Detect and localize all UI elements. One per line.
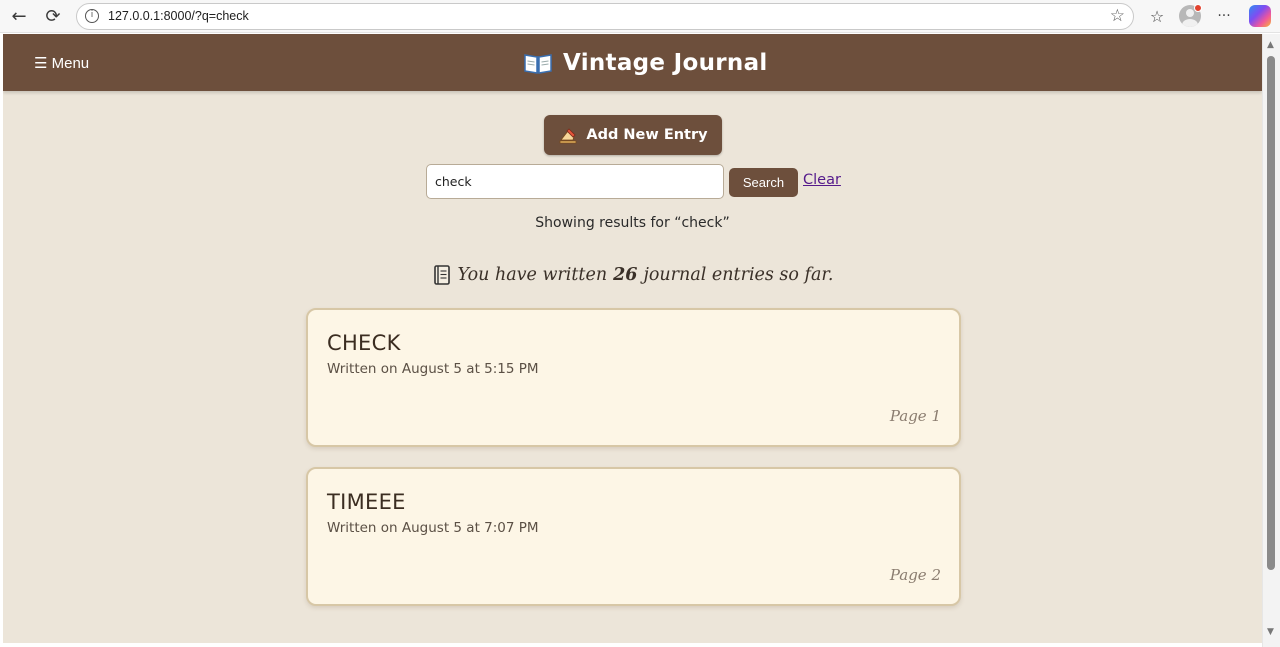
page-viewport: ☰ Menu Vintage Journal Add New Entry che… <box>3 34 1262 643</box>
address-bar[interactable]: i 127.0.0.1:8000/?q=check ☆ <box>76 3 1134 30</box>
scroll-down-icon[interactable]: ▼ <box>1267 627 1274 637</box>
copilot-icon[interactable] <box>1249 5 1271 27</box>
open-book-icon <box>523 51 553 75</box>
app-header: ☰ Menu Vintage Journal <box>3 34 1262 91</box>
entry-count-suffix: journal entries so far. <box>643 265 834 285</box>
add-new-entry-button[interactable]: Add New Entry <box>544 115 722 155</box>
notification-dot <box>1194 4 1202 12</box>
memo-icon <box>558 127 578 144</box>
favorites-icon[interactable]: ☆ <box>1145 4 1169 28</box>
more-options-icon[interactable]: ··· <box>1212 4 1236 28</box>
search-input[interactable] <box>426 164 724 199</box>
app-title-text: Vintage Journal <box>563 50 768 76</box>
site-info-icon[interactable]: i <box>85 9 99 23</box>
clear-link[interactable]: Clear <box>803 172 841 188</box>
entry-card[interactable]: TIMEEE Written on August 5 at 7:07 PM Pa… <box>306 467 961 606</box>
vertical-scrollbar[interactable]: ▲ ▼ <box>1262 34 1280 647</box>
entry-count-prefix: You have written <box>457 265 608 285</box>
menu-label: ☰ Menu <box>34 55 90 72</box>
scroll-thumb[interactable] <box>1267 56 1275 570</box>
search-results-text: Showing results for “check” <box>535 215 730 231</box>
entry-title: CHECK <box>327 331 401 355</box>
browser-toolbar: ← ⟳ i 127.0.0.1:8000/?q=check ☆ ☆ ··· <box>0 0 1280 33</box>
reload-icon[interactable]: ⟳ <box>41 5 65 27</box>
arrow-left-icon[interactable]: ← <box>7 5 31 27</box>
entry-page-number: Page 2 <box>889 566 941 584</box>
entry-card[interactable]: CHECK Written on August 5 at 5:15 PM Pag… <box>306 308 961 447</box>
add-new-entry-label: Add New Entry <box>586 127 708 143</box>
entry-count-line: You have written 26 journal entries so f… <box>3 264 1262 286</box>
menu-button[interactable]: ☰ Menu <box>34 54 89 72</box>
entry-page-number: Page 1 <box>889 407 941 425</box>
search-button[interactable]: Search <box>729 168 798 197</box>
entry-title: TIMEEE <box>327 490 406 514</box>
app-title: Vintage Journal <box>523 48 768 78</box>
scroll-up-icon[interactable]: ▲ <box>1267 40 1274 50</box>
entry-date: Written on August 5 at 7:07 PM <box>327 520 539 536</box>
notebook-icon <box>432 264 452 286</box>
entry-date: Written on August 5 at 5:15 PM <box>327 361 539 377</box>
entry-count-value: 26 <box>613 265 638 285</box>
url-text[interactable]: 127.0.0.1:8000/?q=check <box>108 9 249 23</box>
star-icon[interactable]: ☆ <box>1110 6 1125 26</box>
